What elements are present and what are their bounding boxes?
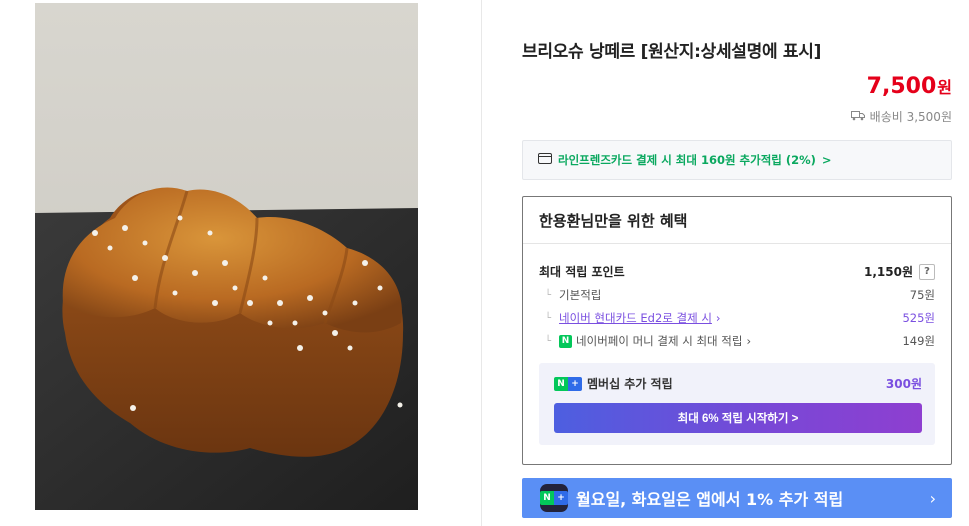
- points-row-basic: └ 기본적립 75원: [539, 287, 935, 303]
- npay-money-link[interactable]: 네이버페이 머니 결제 시 최대 적립: [576, 333, 742, 349]
- credit-card-icon: [538, 153, 552, 167]
- naver-plus-app-icon: N +: [540, 484, 568, 512]
- naverpay-icon: N: [559, 334, 573, 348]
- help-button[interactable]: ?: [919, 263, 935, 280]
- brioche-image: [35, 3, 418, 510]
- card-promo-banner[interactable]: 라인프렌즈카드 결제 시 최대 160원 추가적립 (2%) >: [522, 140, 952, 180]
- price-value: 7,500: [866, 74, 937, 99]
- app-promo-text: 월요일, 화요일은 앱에서 1% 추가 적립: [576, 490, 844, 509]
- card-promo-text: 라인프렌즈카드 결제 시 최대 160원 추가적립 (2%): [558, 153, 816, 167]
- benefit-box: 한용환님만을 위한 혜택 최대 적립 포인트 1,150원 ? └ 기본적립 75…: [522, 196, 952, 465]
- points-row-card: └ 네이버 현대카드 Ed2로 결제 시 › 525원: [539, 310, 935, 326]
- product-image-pane: [0, 0, 482, 526]
- corner-icon: └: [545, 312, 552, 324]
- basic-points-value: 75원: [909, 288, 935, 302]
- product-price: 7,500원: [867, 74, 952, 99]
- membership-label: 멤버십 추가 적립: [587, 377, 673, 391]
- product-title: 브리오슈 낭떼르 [원산지:상세설명에 표시]: [522, 42, 822, 62]
- corner-icon: └: [545, 335, 552, 347]
- divider: [523, 243, 951, 244]
- card-points-value: 525원: [902, 311, 935, 325]
- naver-plus-icon: N +: [554, 376, 582, 391]
- points-row-npay: └ N 네이버페이 머니 결제 시 최대 적립 › 149원: [539, 333, 935, 349]
- hyundai-card-link[interactable]: 네이버 현대카드 Ed2로 결제 시: [559, 310, 712, 326]
- max-points-value: 1,150원: [864, 265, 913, 279]
- membership-row: N + 멤버십 추가 적립 300원: [554, 375, 922, 392]
- shipping-info: 배송비 3,500원: [850, 108, 952, 125]
- app-promo-banner[interactable]: N + 월요일, 화요일은 앱에서 1% 추가 적립 ›: [522, 478, 952, 518]
- max-points-label: 최대 적립 포인트: [539, 265, 625, 279]
- shipping-fee: 배송비 3,500원: [869, 110, 952, 124]
- membership-box: N + 멤버십 추가 적립 300원 최대 6% 적립 시작하기 >: [539, 363, 935, 445]
- basic-points-label: 기본적립: [559, 288, 602, 302]
- corner-icon: └: [545, 289, 552, 301]
- price-unit: 원: [937, 78, 952, 97]
- truck-icon: [850, 110, 865, 124]
- npay-points-value: 149원: [902, 334, 935, 348]
- chevron-right-icon: >: [821, 153, 832, 167]
- membership-value: 300원: [885, 377, 922, 391]
- start-rewards-button[interactable]: 최대 6% 적립 시작하기 >: [554, 403, 922, 433]
- benefit-title: 한용환님만을 위한 혜택: [539, 212, 688, 230]
- max-points-row: 최대 적립 포인트 1,150원 ?: [539, 263, 935, 280]
- product-photo[interactable]: [35, 3, 418, 510]
- chevron-right-icon[interactable]: ›: [746, 334, 751, 348]
- chevron-right-icon[interactable]: ›: [716, 311, 721, 325]
- chevron-right-icon: ›: [929, 488, 936, 508]
